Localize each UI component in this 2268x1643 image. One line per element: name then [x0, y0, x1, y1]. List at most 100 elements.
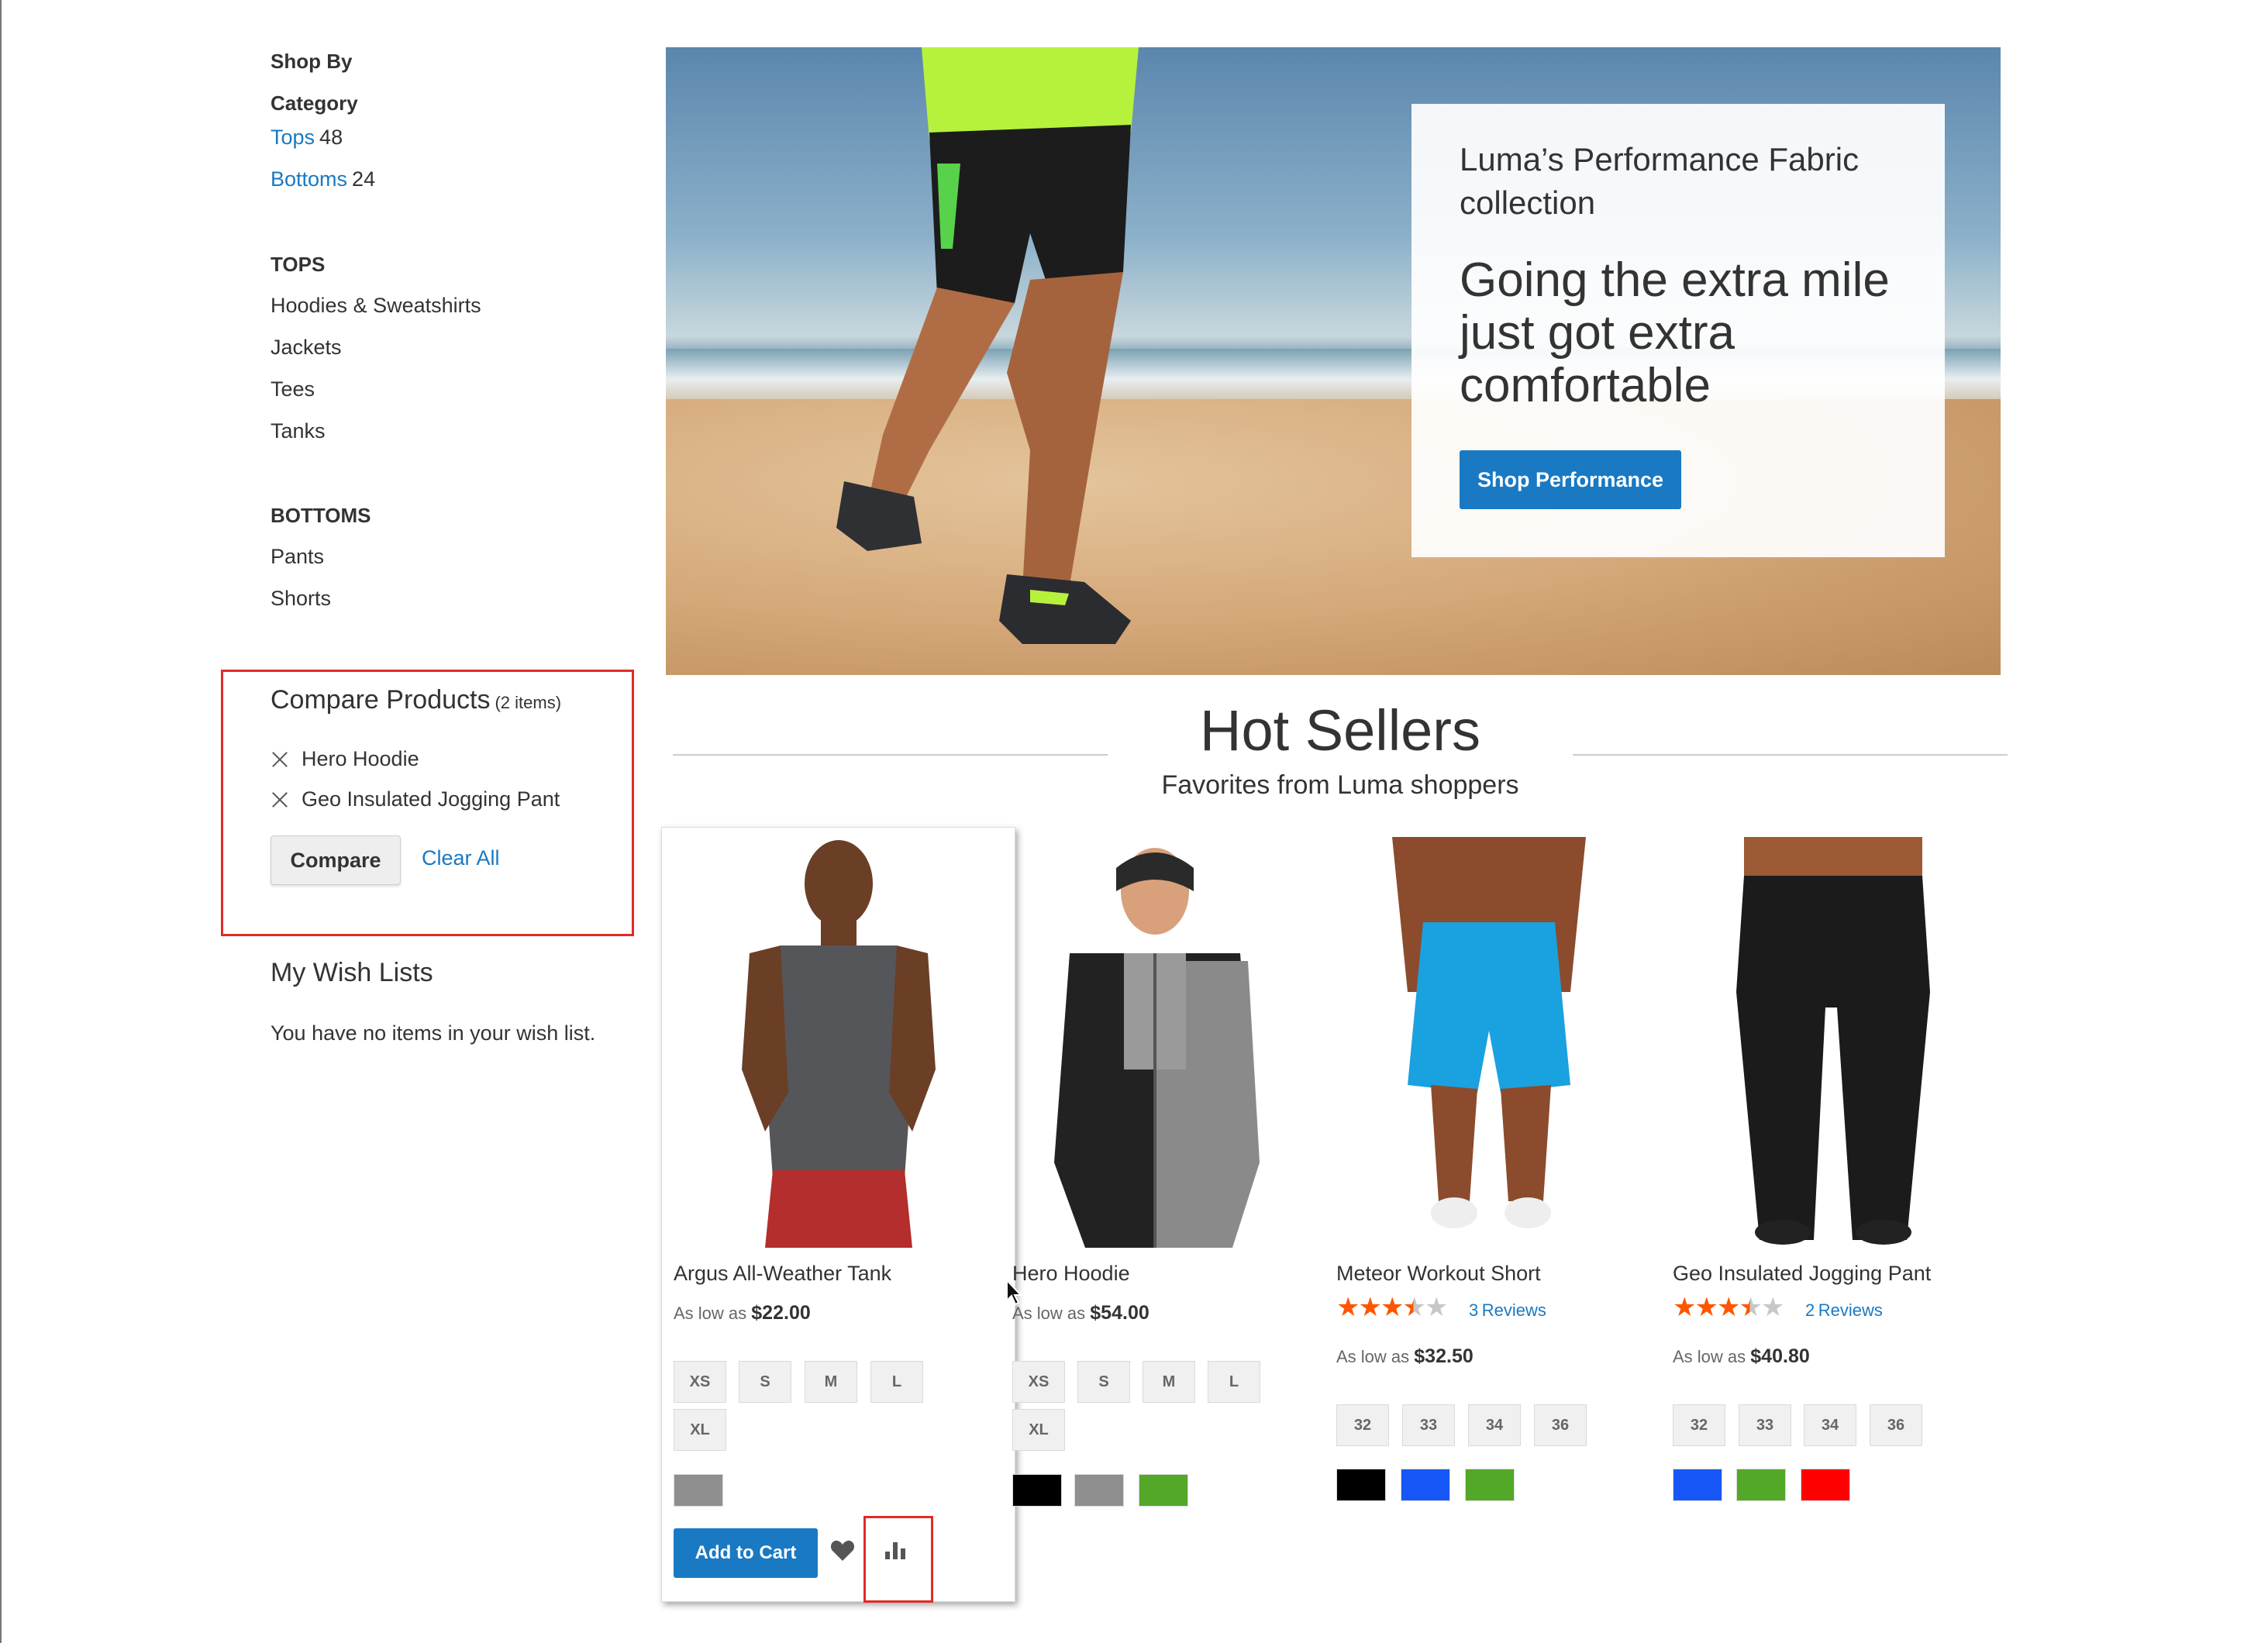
- nav-item-tanks[interactable]: Tanks: [271, 419, 326, 443]
- product-name[interactable]: Geo Insulated Jogging Pant: [1673, 1262, 1931, 1286]
- color-swatch[interactable]: [1801, 1469, 1850, 1501]
- size-swatch-m[interactable]: M: [1143, 1361, 1195, 1403]
- product-image-meteor-short[interactable]: [1377, 837, 1601, 1248]
- compare-button[interactable]: Compare: [271, 835, 401, 885]
- wishlist-empty-text: You have no items in your wish list.: [271, 1021, 596, 1045]
- category-link-tops[interactable]: Tops: [271, 126, 315, 149]
- product-price: As low as $32.50: [1336, 1345, 1474, 1368]
- size-swatch-xl[interactable]: XL: [674, 1409, 726, 1451]
- compare-item: Geo Insulated Jogging Pant: [271, 787, 560, 811]
- product-price: As low as $22.00: [674, 1302, 811, 1324]
- size-swatch-l[interactable]: L: [1208, 1361, 1260, 1403]
- category-count: 24: [352, 167, 376, 191]
- nav-item-pants[interactable]: Pants: [271, 545, 324, 569]
- nav-item-tees[interactable]: Tees: [271, 377, 315, 401]
- compare-item-name: Hero Hoodie: [302, 747, 419, 770]
- page-left-border: [0, 0, 2, 1643]
- hot-sellers-title: Hot Sellers: [1108, 698, 1573, 763]
- price-value: $54.00: [1090, 1302, 1150, 1324]
- shop-by-title: Shop By: [271, 50, 353, 73]
- color-swatch[interactable]: [1139, 1474, 1188, 1507]
- color-swatch[interactable]: [674, 1474, 723, 1507]
- size-swatch-32[interactable]: 32: [1673, 1404, 1725, 1446]
- add-to-cart-button[interactable]: Add to Cart: [674, 1528, 818, 1578]
- star-icon: ★: [1716, 1293, 1741, 1322]
- color-swatch[interactable]: [1673, 1469, 1722, 1501]
- nav-item-hoodies[interactable]: Hoodies & Sweatshirts: [271, 294, 481, 318]
- heart-icon[interactable]: [830, 1539, 855, 1562]
- hero-subtitle: Luma’s Performance Fabric collection: [1460, 141, 1860, 221]
- size-swatch-m[interactable]: M: [805, 1361, 857, 1403]
- product-image-argus-tank[interactable]: [734, 837, 943, 1248]
- color-swatch[interactable]: [1736, 1469, 1786, 1501]
- price-prefix: As low as: [1336, 1347, 1410, 1366]
- star-icon: ★: [1358, 1293, 1382, 1322]
- reviews-label[interactable]: Reviews: [1482, 1300, 1546, 1320]
- compare-item-name: Geo Insulated Jogging Pant: [302, 787, 560, 811]
- size-swatch-33[interactable]: 33: [1739, 1404, 1791, 1446]
- price-prefix: As low as: [1673, 1347, 1746, 1366]
- product-image-hero-hoodie[interactable]: [1039, 837, 1263, 1248]
- size-swatch-34[interactable]: 34: [1804, 1404, 1856, 1446]
- bar-chart-icon[interactable]: [884, 1539, 907, 1561]
- wishlist-title: My Wish Lists: [271, 958, 433, 987]
- product-name[interactable]: Argus All-Weather Tank: [674, 1262, 891, 1286]
- size-swatch-36[interactable]: 36: [1870, 1404, 1922, 1446]
- price-value: $32.50: [1414, 1345, 1474, 1367]
- hero-headline: Going the extra mile just got extra comf…: [1460, 253, 1890, 412]
- shop-performance-button[interactable]: Shop Performance: [1460, 450, 1681, 509]
- remove-icon[interactable]: [271, 790, 289, 809]
- nav-item-jackets[interactable]: Jackets: [271, 336, 342, 360]
- reviews-link[interactable]: 2 Reviews: [1805, 1300, 1883, 1321]
- compare-products-count: (2 items): [495, 693, 562, 712]
- size-swatch-32[interactable]: 32: [1336, 1404, 1389, 1446]
- star-icon: ★: [1739, 1293, 1763, 1322]
- product-price: As low as $40.80: [1673, 1345, 1810, 1368]
- star-icon: ★: [1380, 1293, 1405, 1322]
- size-swatch-36[interactable]: 36: [1534, 1404, 1587, 1446]
- price-value: $40.80: [1750, 1345, 1810, 1367]
- product-name[interactable]: Meteor Workout Short: [1336, 1262, 1541, 1286]
- category-item-bottoms[interactable]: Bottoms 24: [271, 167, 375, 191]
- rating-stars: ★ ★ ★ ★ ★: [1673, 1293, 1784, 1322]
- reviews-count[interactable]: 3: [1469, 1300, 1478, 1320]
- tops-section-title: TOPS: [271, 253, 326, 276]
- color-swatch[interactable]: [1465, 1469, 1515, 1501]
- product-price: As low as $54.00: [1012, 1302, 1150, 1324]
- size-swatch-xs[interactable]: XS: [1012, 1361, 1065, 1403]
- reviews-link[interactable]: 3 Reviews: [1469, 1300, 1546, 1321]
- reviews-label[interactable]: Reviews: [1818, 1300, 1883, 1320]
- size-swatch-l[interactable]: L: [870, 1361, 923, 1403]
- compare-item: Hero Hoodie: [271, 747, 419, 771]
- compare-products-title: Compare Products: [271, 685, 491, 715]
- size-swatch-xl[interactable]: XL: [1012, 1409, 1065, 1451]
- bottoms-section-title: BOTTOMS: [271, 504, 371, 527]
- color-swatch[interactable]: [1012, 1474, 1062, 1507]
- price-value: $22.00: [751, 1302, 811, 1324]
- category-link-bottoms[interactable]: Bottoms: [271, 167, 347, 191]
- size-swatch-34[interactable]: 34: [1468, 1404, 1521, 1446]
- remove-icon[interactable]: [271, 750, 289, 769]
- hot-sellers-subtitle: Favorites from Luma shoppers: [1161, 770, 1519, 800]
- nav-item-shorts[interactable]: Shorts: [271, 587, 331, 611]
- product-image-geo-pant[interactable]: [1721, 837, 1946, 1248]
- product-name[interactable]: Hero Hoodie: [1012, 1262, 1130, 1286]
- category-count: 48: [319, 126, 343, 149]
- size-swatch-s[interactable]: S: [739, 1361, 791, 1403]
- compare-products-heading: Compare Products (2 items): [271, 685, 561, 715]
- color-swatch[interactable]: [1074, 1474, 1124, 1507]
- color-swatch[interactable]: [1336, 1469, 1386, 1501]
- star-icon: ★: [1424, 1293, 1449, 1322]
- price-prefix: As low as: [674, 1304, 747, 1323]
- reviews-count[interactable]: 2: [1805, 1300, 1815, 1320]
- star-icon: ★: [1402, 1293, 1426, 1322]
- size-swatch-xs[interactable]: XS: [674, 1361, 726, 1403]
- color-swatch[interactable]: [1401, 1469, 1450, 1501]
- clear-all-link[interactable]: Clear All: [422, 846, 500, 870]
- star-icon: ★: [1673, 1293, 1697, 1322]
- category-filter-title: Category: [271, 91, 358, 115]
- size-swatch-s[interactable]: S: [1077, 1361, 1130, 1403]
- size-swatch-33[interactable]: 33: [1402, 1404, 1455, 1446]
- category-item-tops[interactable]: Tops 48: [271, 126, 343, 150]
- star-icon: ★: [1336, 1293, 1360, 1322]
